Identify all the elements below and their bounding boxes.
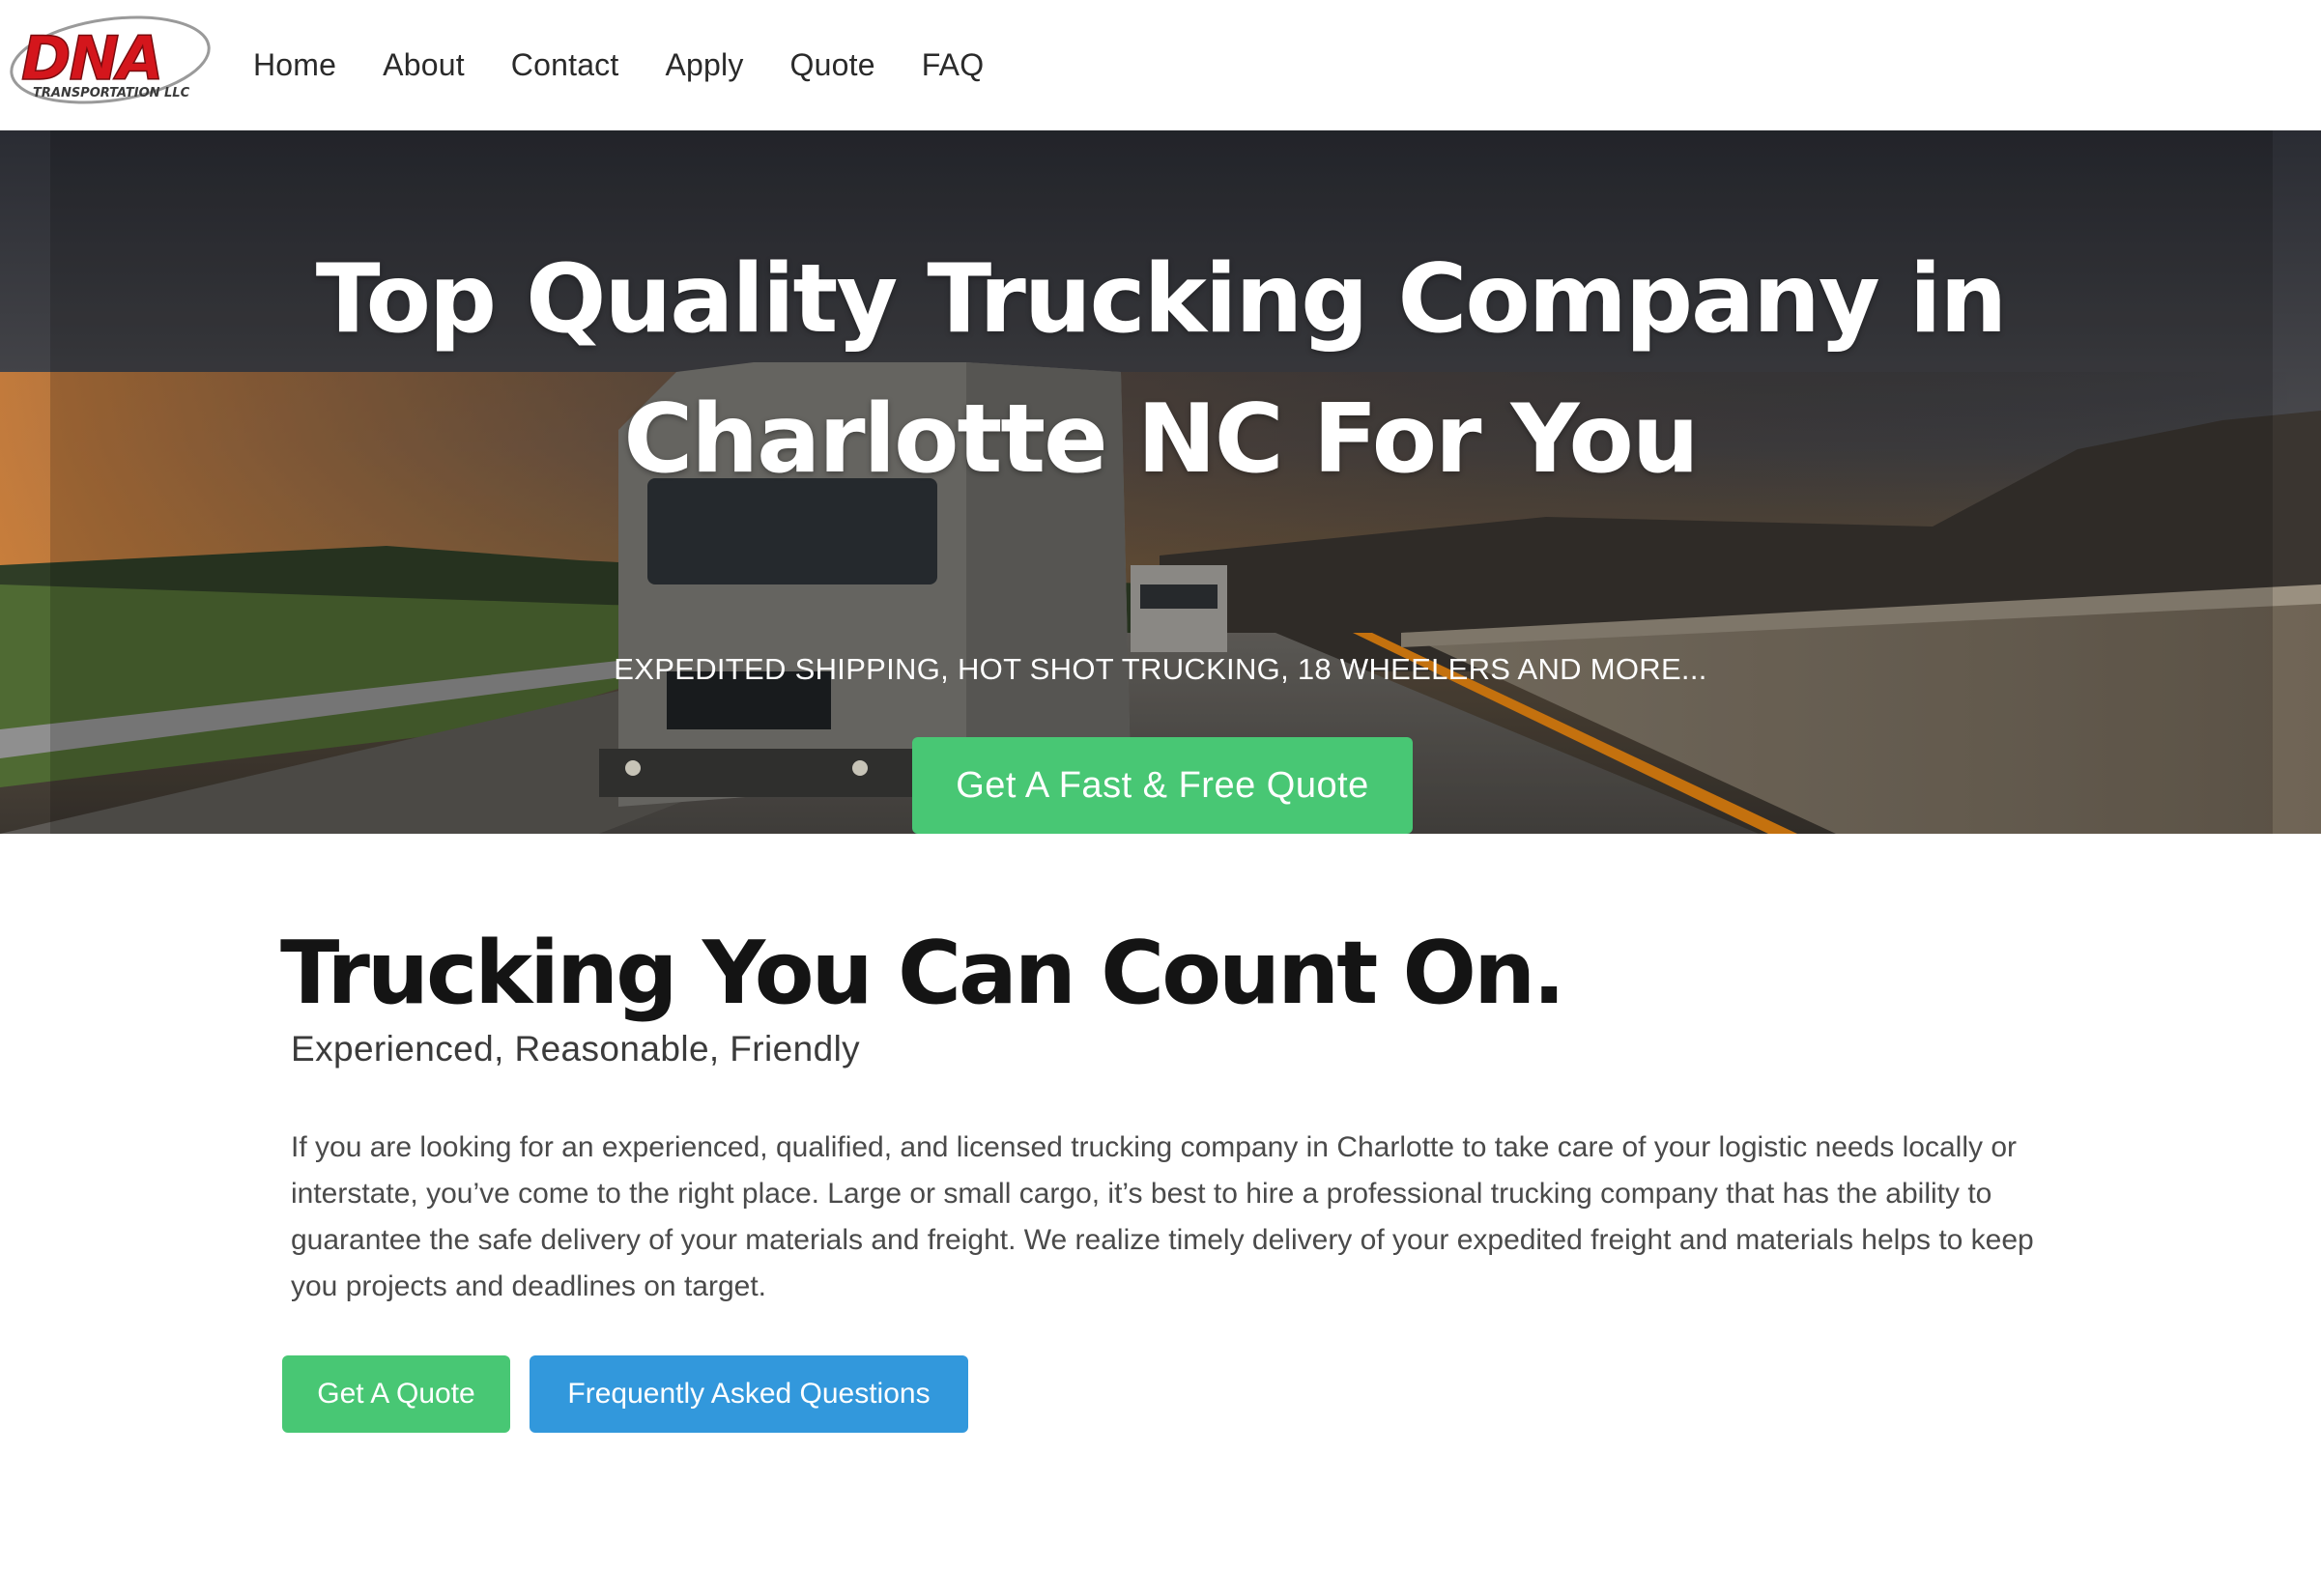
nav-item-about: About: [383, 47, 465, 83]
hero-section: Top Quality Trucking Company in Charlott…: [0, 130, 2321, 834]
hero-subtitle: EXPEDITED SHIPPING, HOT SHOT TRUCKING, 1…: [614, 652, 1707, 686]
nav-link-quote[interactable]: Quote: [790, 47, 875, 82]
dna-logo: DNA TRANSPORTATION LLC: [10, 15, 211, 104]
section-title: Trucking You Can Count On.: [280, 923, 1565, 1024]
nav-item-apply: Apply: [665, 47, 743, 83]
nav-link-home[interactable]: Home: [253, 47, 336, 82]
logo-subtext: TRANSPORTATION LLC: [33, 86, 190, 100]
section-body-text: If you are looking for an experienced, q…: [291, 1131, 2034, 1302]
navbar: DNA TRANSPORTATION LLC Home About Contac…: [0, 0, 2321, 130]
faq-button[interactable]: Frequently Asked Questions: [530, 1355, 968, 1433]
nav-item-faq: FAQ: [922, 47, 985, 83]
nav-item-quote: Quote: [790, 47, 875, 83]
get-a-quote-button[interactable]: Get A Quote: [282, 1355, 510, 1433]
nav-link-about[interactable]: About: [383, 47, 465, 82]
nav-link-contact[interactable]: Contact: [511, 47, 619, 82]
nav-menu: Home About Contact Apply Quote FAQ: [253, 0, 984, 130]
nav-link-apply[interactable]: Apply: [665, 47, 743, 82]
section-subtitle: Experienced, Reasonable, Friendly: [291, 1029, 861, 1069]
hero-title: Top Quality Trucking Company in Charlott…: [315, 244, 2008, 495]
nav-item-home: Home: [253, 47, 336, 83]
nav-item-contact: Contact: [511, 47, 619, 83]
nav-link-faq[interactable]: FAQ: [922, 47, 985, 82]
logo-text: DNA: [21, 23, 161, 94]
about-section: Trucking You Can Count On. Experienced, …: [0, 834, 2321, 1596]
fast-free-quote-button[interactable]: Get A Fast & Free Quote: [912, 737, 1413, 834]
